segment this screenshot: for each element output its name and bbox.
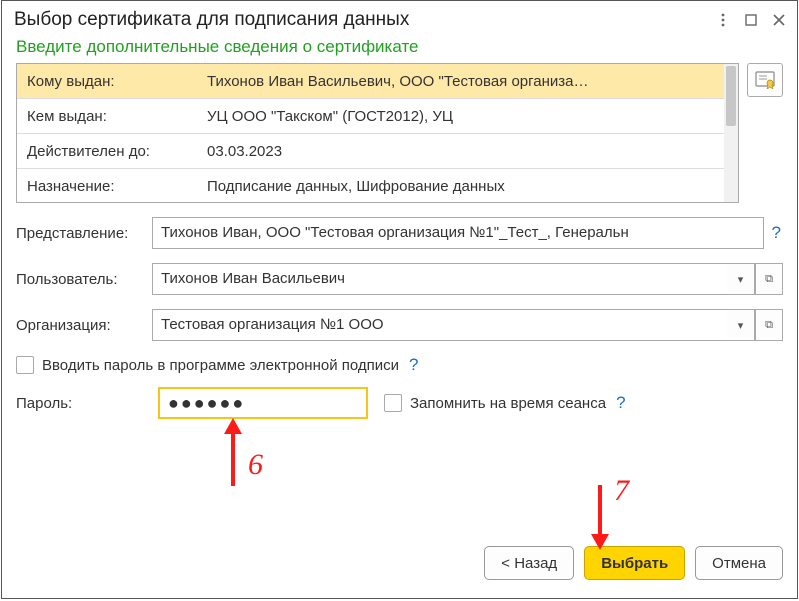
user-input[interactable]: Тихонов Иван Васильевич (152, 263, 727, 295)
remember-checkbox[interactable] (384, 394, 402, 412)
help-icon[interactable]: ? (770, 223, 783, 243)
org-label: Организация: (16, 317, 146, 334)
row-value: 03.03.2023 (207, 143, 724, 160)
dialog-window: Выбор сертификата для подписания данных … (1, 0, 798, 599)
row-label: Действителен до: (17, 143, 207, 160)
subtitle: Введите дополнительные сведения о сертиф… (2, 35, 797, 63)
row-value: УЦ ООО "Такском" (ГОСТ2012), УЦ (207, 108, 724, 125)
password-mode-checkbox[interactable] (16, 356, 34, 374)
password-mode-label: Вводить пароль в программе электронной п… (42, 357, 399, 374)
org-input-group: Тестовая организация №1 ООО ▾ ⧉ (152, 309, 783, 341)
password-mode-row: Вводить пароль в программе электронной п… (16, 355, 783, 375)
row-label: Кому выдан: (17, 73, 207, 90)
titlebar: Выбор сертификата для подписания данных (2, 1, 797, 35)
scrollbar[interactable] (724, 64, 738, 202)
maximize-icon[interactable] (743, 12, 759, 28)
back-button[interactable]: < Назад (484, 546, 574, 580)
certificate-table[interactable]: Кому выдан: Тихонов Иван Васильевич, ООО… (16, 63, 739, 203)
password-row: Пароль: ●●●●●● Запомнить на время сеанса… (16, 387, 783, 419)
dropdown-icon[interactable]: ▾ (727, 309, 755, 341)
open-icon[interactable]: ⧉ (755, 309, 783, 341)
scroll-thumb[interactable] (726, 66, 736, 126)
dropdown-icon[interactable]: ▾ (727, 263, 755, 295)
choose-button[interactable]: Выбрать (584, 546, 685, 580)
table-row[interactable]: Кому выдан: Тихонов Иван Васильевич, ООО… (17, 64, 724, 99)
table-row[interactable]: Назначение: Подписание данных, Шифровани… (17, 169, 724, 203)
close-icon[interactable] (771, 12, 787, 28)
footer: < Назад Выбрать Отмена (16, 536, 783, 588)
help-icon[interactable]: ? (614, 393, 627, 413)
presentation-label: Представление: (16, 225, 146, 242)
password-input[interactable]: ●●●●●● (158, 387, 368, 419)
row-label: Кем выдан: (17, 108, 207, 125)
org-input[interactable]: Тестовая организация №1 ООО (152, 309, 727, 341)
help-icon[interactable]: ? (407, 355, 420, 375)
password-label: Пароль: (16, 395, 148, 412)
user-input-group: Тихонов Иван Васильевич ▾ ⧉ (152, 263, 783, 295)
table-row[interactable]: Действителен до: 03.03.2023 (17, 134, 724, 169)
certificate-row: Кому выдан: Тихонов Иван Васильевич, ООО… (16, 63, 783, 203)
presentation-input[interactable]: Тихонов Иван, ООО "Тестовая организация … (152, 217, 764, 249)
user-row: Пользователь: Тихонов Иван Васильевич ▾ … (16, 263, 783, 295)
row-label: Назначение: (17, 178, 207, 195)
annotation-number-6: 6 (248, 448, 263, 482)
window-title: Выбор сертификата для подписания данных (14, 9, 715, 31)
presentation-row: Представление: Тихонов Иван, ООО "Тестов… (16, 217, 783, 249)
titlebar-buttons (715, 12, 787, 28)
cancel-button[interactable]: Отмена (695, 546, 783, 580)
row-value: Подписание данных, Шифрование данных (207, 178, 724, 195)
annotation-number-7: 7 (614, 474, 629, 508)
remember-label: Запомнить на время сеанса (410, 395, 606, 412)
view-certificate-button[interactable] (747, 63, 783, 97)
row-value: Тихонов Иван Васильевич, ООО "Тестовая о… (207, 73, 724, 90)
content-area: Кому выдан: Тихонов Иван Васильевич, ООО… (2, 63, 797, 598)
org-row: Организация: Тестовая организация №1 ООО… (16, 309, 783, 341)
open-icon[interactable]: ⧉ (755, 263, 783, 295)
menu-icon[interactable] (715, 12, 731, 28)
table-row[interactable]: Кем выдан: УЦ ООО "Такском" (ГОСТ2012), … (17, 99, 724, 134)
user-label: Пользователь: (16, 271, 146, 288)
